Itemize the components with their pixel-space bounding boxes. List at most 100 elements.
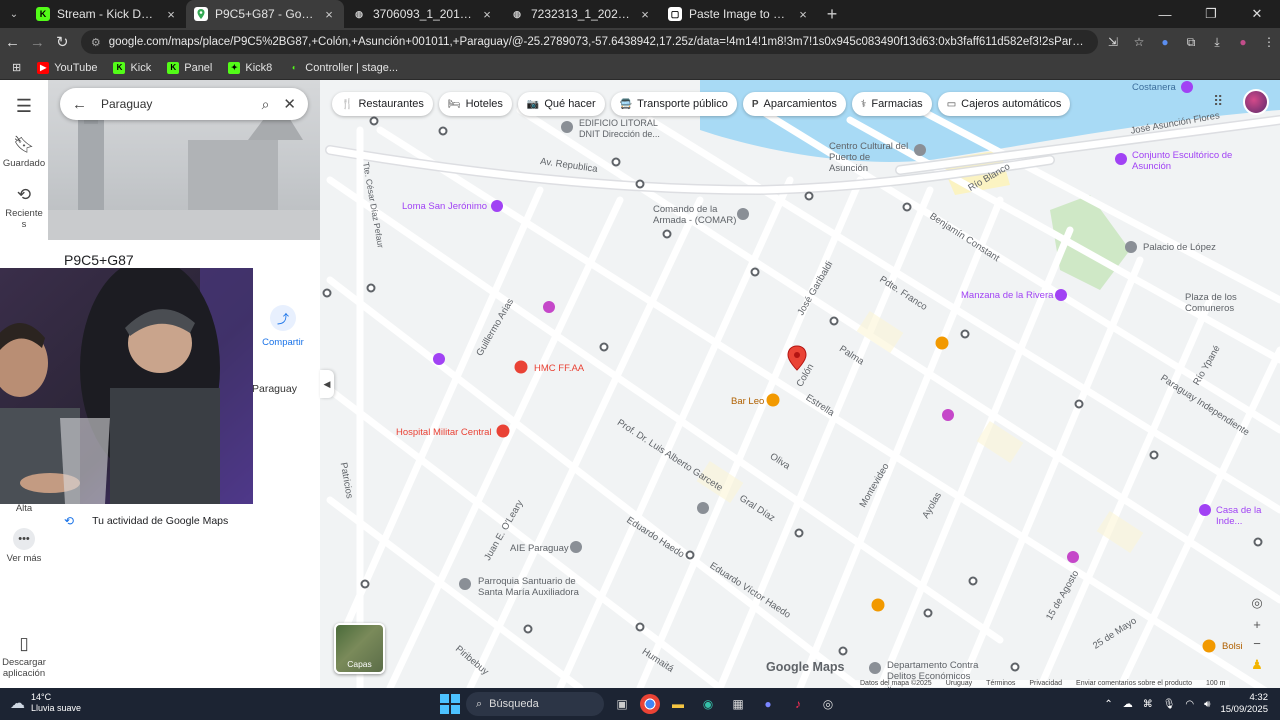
- map-label[interactable]: 25 de Mayo: [1091, 615, 1139, 651]
- close-icon[interactable]: ×: [638, 7, 652, 22]
- chip-pharmacies[interactable]: ⚕ Farmacias: [851, 92, 932, 116]
- windows-start-icon[interactable]: [440, 694, 460, 714]
- search-box[interactable]: ← Paraguay ⌕ ✕: [60, 88, 308, 120]
- map-label[interactable]: Montevideo: [858, 461, 892, 509]
- map-label[interactable]: Palacio de López: [1143, 242, 1216, 253]
- tab-kick-dashboard[interactable]: K Stream - Kick Dashboard ×: [28, 0, 186, 28]
- tab-image-2[interactable]: ◍ 7232313_1_20200612191812.jp ×: [502, 0, 660, 28]
- extensions-puzzle-icon[interactable]: ⧉: [1180, 30, 1202, 54]
- map-label[interactable]: Manzana de la Rivera: [961, 290, 1053, 301]
- volume-icon[interactable]: 🔊︎: [1204, 699, 1210, 710]
- map-label[interactable]: EDIFICIO LITORAL DNIT Dirección de...: [579, 118, 679, 140]
- bookmark-kick[interactable]: K Kick: [107, 58, 157, 78]
- map-label[interactable]: 15 de Agosto: [1044, 569, 1081, 623]
- bookmark-controller[interactable]: ◐ Controller | stage...: [282, 58, 404, 78]
- saved-button[interactable]: 🔖︎ Guardado: [0, 135, 48, 169]
- layers-button[interactable]: Capas: [334, 623, 385, 674]
- download-icon[interactable]: ⤓: [1206, 30, 1228, 54]
- cloud-sync-icon[interactable]: ☁: [1123, 699, 1133, 710]
- new-tab-button[interactable]: +: [818, 0, 846, 28]
- map-label[interactable]: Colón: [794, 362, 816, 389]
- task-view-icon[interactable]: ▣: [610, 692, 634, 716]
- back-arrow-icon[interactable]: ←: [72, 96, 87, 113]
- address-bar[interactable]: ⚙ google.com/maps/place/P9C5%2BG87,+Coló…: [80, 30, 1099, 54]
- map-label[interactable]: Palma: [837, 344, 866, 368]
- map-label[interactable]: Río Blanco: [966, 161, 1012, 194]
- map-label[interactable]: Conjunto Escultórico de Asunción: [1132, 150, 1242, 172]
- chip-atms[interactable]: ▭ Cajeros automáticos: [937, 92, 1071, 116]
- map-label[interactable]: Estrella: [804, 392, 837, 418]
- high-button[interactable]: Alta: [0, 503, 48, 514]
- taskbar-search[interactable]: ⌕ Búsqueda: [466, 692, 604, 716]
- close-icon[interactable]: ×: [796, 7, 810, 22]
- forward-button[interactable]: →: [25, 28, 50, 56]
- store-icon[interactable]: ▦: [726, 692, 750, 716]
- region-link[interactable]: Uruguay: [946, 680, 972, 687]
- map-label[interactable]: Patricios: [338, 462, 355, 500]
- chip-restaurants[interactable]: 🍴 Restaurantes: [332, 92, 433, 116]
- recent-button[interactable]: ⟲ Reciente s: [2, 185, 46, 230]
- map-label[interactable]: Eduardo Víctor Haedo: [708, 560, 793, 620]
- map-label[interactable]: Eduardo Haedo: [624, 515, 686, 560]
- close-icon[interactable]: ✕: [283, 95, 296, 113]
- map-label[interactable]: Casa de la Inde...: [1216, 505, 1280, 527]
- minimize-button[interactable]: —: [1142, 0, 1188, 28]
- feedback-link[interactable]: Enviar comentarios sobre el producto: [1076, 680, 1192, 687]
- reload-button[interactable]: ↻: [50, 28, 75, 56]
- chip-parking[interactable]: P Aparcamientos: [742, 92, 846, 116]
- map-label[interactable]: Loma San Jerónimo: [402, 201, 487, 212]
- search-icon[interactable]: ⌕: [262, 96, 270, 113]
- bookmark-panel[interactable]: K Panel: [161, 58, 218, 78]
- map-label[interactable]: Av. Republica: [540, 156, 599, 175]
- collapse-panel-button[interactable]: ◀: [320, 370, 334, 398]
- scale-label[interactable]: 100 m: [1206, 680, 1225, 687]
- map-label[interactable]: Paraguay Independiente: [1158, 373, 1251, 439]
- back-button[interactable]: ←: [0, 28, 25, 56]
- network-icon[interactable]: ⌘: [1143, 699, 1153, 710]
- apps-grid-icon[interactable]: ⊞: [6, 58, 27, 78]
- map-label[interactable]: Guillermo Arias: [474, 297, 516, 358]
- close-icon[interactable]: ×: [164, 7, 178, 22]
- zoom-out-button[interactable]: −: [1247, 633, 1267, 653]
- map-label[interactable]: AIE Paraguay: [510, 543, 569, 554]
- map-label[interactable]: Parroquia Santuario de Santa María Auxil…: [478, 576, 588, 598]
- tab-search-menu-button[interactable]: ⌄: [0, 0, 28, 28]
- chip-hotels[interactable]: 🛏 Hoteles: [438, 92, 512, 116]
- share-button[interactable]: ⤴ Compartir: [259, 305, 307, 348]
- maps-activity-link[interactable]: ⟲ Tu actividad de Google Maps: [64, 514, 228, 528]
- terms-link[interactable]: Términos: [986, 680, 1015, 687]
- account-avatar[interactable]: [1243, 89, 1269, 115]
- map-label[interactable]: Piribebuy: [453, 644, 490, 678]
- tiktok-icon[interactable]: ♪: [786, 692, 810, 716]
- download-app-button[interactable]: ▯ Descargar aplicación: [0, 634, 48, 679]
- map-label[interactable]: Prof. Dr. Luis Alberto Garcete: [615, 417, 725, 494]
- map-label[interactable]: Hospital Militar Central: [396, 427, 492, 438]
- extension-icon[interactable]: ●: [1154, 30, 1176, 54]
- google-apps-icon[interactable]: ⠿: [1213, 93, 1223, 110]
- tab-image-1[interactable]: ◍ 3706093_1_20171120021711.jp ×: [344, 0, 502, 28]
- maximize-button[interactable]: ❐: [1188, 0, 1234, 28]
- map-canvas[interactable]: Costanera José Asunción Flores Conjunto …: [320, 80, 1280, 688]
- hamburger-menu-icon[interactable]: ☰: [16, 96, 32, 117]
- map-label[interactable]: Pdte. Franco: [877, 274, 929, 313]
- map-label[interactable]: Río Ypané: [1191, 344, 1223, 388]
- profile-avatar[interactable]: ●: [1232, 30, 1254, 54]
- map-label[interactable]: Bar Leo: [731, 396, 764, 407]
- chrome-icon[interactable]: [640, 694, 660, 714]
- map-label[interactable]: Tte. César Díaz Pefaur: [361, 161, 386, 248]
- tab-google-maps[interactable]: P9C5+G87 - Google Maps ×: [186, 0, 344, 28]
- close-icon[interactable]: ×: [322, 7, 336, 22]
- zoom-in-button[interactable]: +: [1247, 614, 1267, 634]
- map-label[interactable]: Gral Díaz: [737, 493, 777, 524]
- close-icon[interactable]: ×: [480, 7, 494, 22]
- chip-things-to-do[interactable]: 📷 Qué hacer: [517, 92, 605, 116]
- chevron-up-icon[interactable]: ⌃: [1104, 699, 1112, 710]
- map-label[interactable]: José Garibaldi: [795, 259, 835, 317]
- file-explorer-icon[interactable]: ▬: [666, 692, 690, 716]
- map-label[interactable]: Centro Cultural del Puerto de Asunción: [829, 141, 911, 174]
- search-input[interactable]: Paraguay: [101, 97, 248, 111]
- privacy-link[interactable]: Privacidad: [1029, 680, 1062, 687]
- chip-transit[interactable]: 🚍 Transporte público: [610, 92, 737, 116]
- map-label[interactable]: Ayolas: [920, 490, 944, 520]
- bookmark-kick8[interactable]: ✦ Kick8: [222, 58, 278, 78]
